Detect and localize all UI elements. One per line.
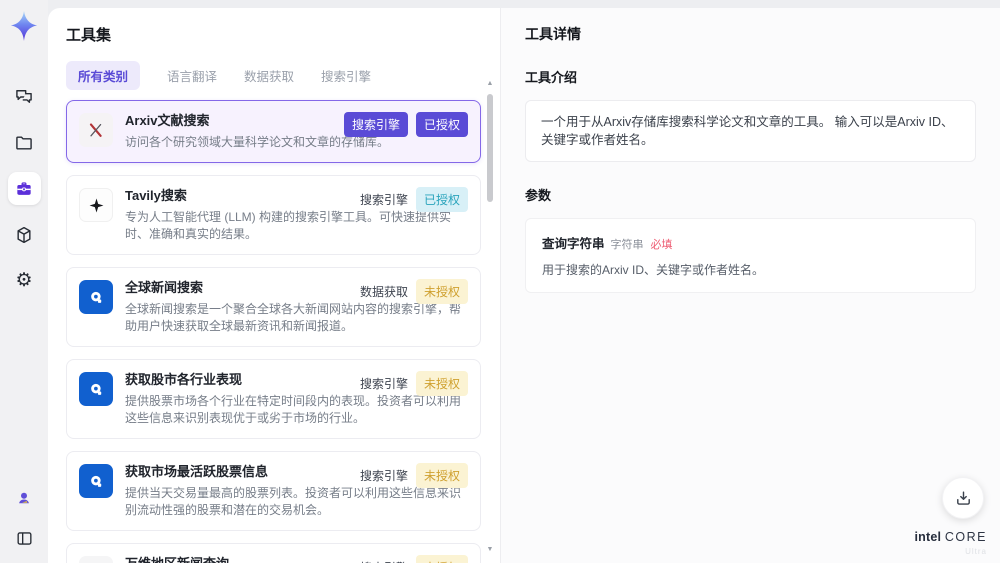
news-app-icon	[79, 372, 113, 406]
page-title: 工具集	[66, 27, 112, 44]
tool-card[interactable]: Tavily搜索 专为人工智能代理 (LLM) 构建的搜索引擎工具。可快速提供实…	[66, 175, 481, 255]
tab-search-engine[interactable]: 搜索引擎	[321, 66, 371, 85]
chat-icon	[14, 87, 34, 107]
tool-description: 全球新闻搜索是一个聚合全球各大新闻网站内容的搜索引擎，帮助用户快速获取全球最新资…	[125, 302, 462, 333]
folder-icon	[14, 133, 34, 153]
sidebar-item-files[interactable]	[8, 126, 41, 159]
tool-category-badge: 搜索引擎	[343, 112, 408, 137]
panel-toggle-icon	[15, 529, 34, 548]
category-tabs: 所有类别 语言翻译 数据获取 搜索引擎	[66, 60, 482, 90]
tool-auth-badge: 未授权	[415, 463, 468, 488]
tool-description: 提供当天交易量最高的股票列表。投资者可以利用这些信息来识别流动性强的股票和潜在的…	[125, 486, 462, 517]
gear-icon: ⚙	[15, 270, 33, 291]
download-icon	[954, 489, 973, 508]
tool-card[interactable]: 获取股市各行业表现 提供股票市场各个行业在特定时间段内的表现。投资者可以利用这些…	[66, 359, 481, 439]
scroll-up-arrow[interactable]: ▲	[485, 80, 495, 87]
tool-badges: 搜索引擎 未授权	[360, 371, 468, 396]
param-description: 用于搜索的Arxiv ID、关键字或作者姓名。	[542, 263, 765, 277]
rail-bottom	[8, 481, 41, 555]
tool-auth-badge: 未授权	[415, 371, 468, 396]
tool-category-badge: 搜索引擎	[360, 559, 408, 563]
intel-wordmark: intel	[914, 530, 942, 544]
tool-card[interactable]: Arxiv文献搜索 访问各个研究领域大量科学论文和文章的存储库。 搜索引擎 已授…	[66, 100, 481, 163]
params-heading: 参数	[525, 188, 552, 203]
tool-intro-text: 一个用于从Arxiv存储库搜索科学论文和文章的工具。 输入可以是Arxiv ID…	[525, 100, 976, 162]
intel-sub-label: Ultra	[965, 547, 987, 556]
parameter-card: 查询字符串 字符串 必填 用于搜索的Arxiv ID、关键字或作者姓名。	[525, 218, 976, 293]
tool-badges: 搜索引擎 已授权	[343, 112, 468, 137]
core-wordmark: core	[944, 530, 987, 544]
tool-auth-badge: 未授权	[415, 555, 468, 563]
tool-description: 专为人工智能代理 (LLM) 构建的搜索引擎工具。可快速提供实时、准确和真实的结…	[125, 210, 452, 241]
download-button[interactable]	[942, 477, 984, 519]
scroll-down-arrow[interactable]: ▼	[485, 546, 495, 553]
tool-category-badge: 搜索引擎	[359, 377, 408, 391]
details-title: 工具详情	[525, 26, 581, 42]
tool-card[interactable]: 万维地区新闻查询 查询具体行政区划内的新闻，快速了解各地新闻动 搜索引擎 未授权	[66, 543, 481, 563]
tavily-star-icon	[79, 188, 113, 222]
tool-card[interactable]: 获取市场最活跃股票信息 提供当天交易量最高的股票列表。投资者可以利用这些信息来识…	[66, 451, 481, 531]
tab-all-categories[interactable]: 所有类别	[66, 60, 141, 90]
intel-core-logo: intel core Ultra	[914, 529, 987, 556]
tool-category-badge: 搜索引擎	[359, 193, 408, 207]
tool-auth-badge: 已授权	[415, 112, 468, 137]
collapse-panel-button[interactable]	[8, 522, 41, 555]
param-required-badge: 必填	[650, 239, 673, 251]
toolbox-icon	[14, 179, 34, 199]
scrollbar: ▲ ▼	[485, 80, 495, 553]
tool-badges: 搜索引擎 已授权	[360, 187, 468, 212]
tool-card[interactable]: 全球新闻搜索 全球新闻搜索是一个聚合全球各大新闻网站内容的搜索引擎，帮助用户快速…	[66, 267, 481, 347]
news-app-icon	[79, 464, 113, 498]
tool-badges: 搜索引擎 未授权	[360, 463, 468, 488]
user-profile-button[interactable]	[8, 481, 41, 514]
tab-data-fetch[interactable]: 数据获取	[244, 66, 294, 85]
tab-language-translation[interactable]: 语言翻译	[167, 66, 217, 85]
arxiv-logo-icon	[79, 113, 113, 147]
rail-nav: ⚙	[7, 80, 41, 297]
scrollbar-thumb[interactable]	[487, 94, 493, 202]
side-rail: ⚙	[0, 0, 48, 563]
news-app-icon	[79, 280, 113, 314]
sidebar-item-tools[interactable]	[7, 172, 41, 205]
tools-panel: 工具集 所有类别 语言翻译 数据获取 搜索引擎 Arxiv文献搜索 访问各个研究…	[48, 8, 500, 563]
main-panel: 工具集 所有类别 语言翻译 数据获取 搜索引擎 Arxiv文献搜索 访问各个研究…	[48, 8, 1000, 563]
tool-auth-badge: 未授权	[415, 279, 468, 304]
tool-badges: 搜索引擎 未授权	[360, 555, 468, 563]
sidebar-item-chat[interactable]	[8, 80, 41, 113]
tool-list: Arxiv文献搜索 访问各个研究领域大量科学论文和文章的存储库。 搜索引擎 已授…	[66, 100, 481, 563]
tool-details-panel: 工具详情 工具介绍 一个用于从Arxiv存储库搜索科学论文和文章的工具。 输入可…	[500, 8, 1000, 563]
building-icon	[79, 556, 113, 563]
tool-auth-badge: 已授权	[415, 187, 468, 212]
param-type: 字符串	[610, 239, 644, 251]
sidebar-item-settings[interactable]: ⚙	[8, 264, 41, 297]
cube-icon	[14, 225, 34, 245]
sidebar-item-packages[interactable]	[8, 218, 41, 251]
tool-category-badge: 数据获取	[359, 285, 408, 299]
app-logo	[9, 10, 39, 42]
tool-description: 提供股票市场各个行业在特定时间段内的表现。投资者可以利用这些信息来识别表现优于或…	[125, 394, 462, 425]
user-avatar-icon	[15, 489, 33, 507]
tool-category-badge: 搜索引擎	[359, 469, 408, 483]
tool-badges: 数据获取 未授权	[360, 279, 468, 304]
intro-heading: 工具介绍	[525, 70, 578, 85]
param-name: 查询字符串	[542, 237, 605, 251]
